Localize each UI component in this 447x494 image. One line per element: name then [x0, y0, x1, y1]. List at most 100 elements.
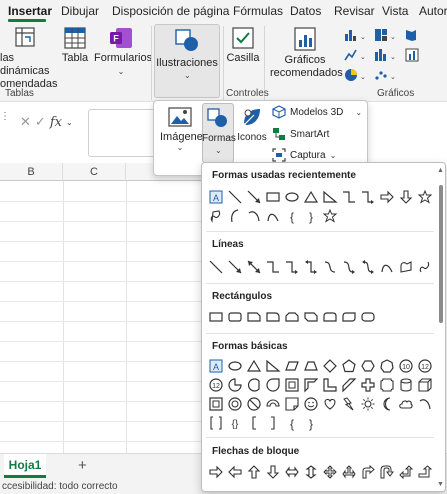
iconos-button[interactable]: Iconos — [236, 105, 268, 143]
formula-input[interactable] — [88, 109, 158, 157]
tab-vista[interactable]: Vista — [382, 4, 408, 18]
oval-shape-icon[interactable] — [225, 356, 244, 375]
chord-shape-icon[interactable] — [244, 375, 263, 394]
diamond-shape-icon[interactable] — [320, 356, 339, 375]
elbow-arrow-shape-icon[interactable] — [358, 187, 377, 206]
plus-shape-icon[interactable] — [358, 375, 377, 394]
up-arrow-shape-icon[interactable] — [244, 462, 263, 481]
parallelogram-shape-icon[interactable] — [282, 356, 301, 375]
folded-corner-shape-icon[interactable] — [282, 394, 301, 413]
sheet-tab-hoja1[interactable]: Hoja1 — [4, 454, 46, 478]
left-arrow-shape-icon[interactable] — [225, 462, 244, 481]
tab-autor[interactable]: Autor — [419, 4, 447, 18]
formas-button[interactable]: Formas ⌄ — [202, 103, 236, 163]
smartart-button[interactable]: SmartArt — [272, 127, 329, 141]
pie-shape-icon[interactable] — [225, 375, 244, 394]
hexagon-shape-icon[interactable] — [358, 356, 377, 375]
arrow-line-shape-icon[interactable] — [244, 187, 263, 206]
scroll-up-icon[interactable]: ▲ — [437, 167, 444, 174]
right-brace-shape-icon[interactable]: } — [301, 413, 320, 432]
right-arrow-shape-icon[interactable] — [377, 187, 396, 206]
arrow-line-shape-icon[interactable] — [225, 257, 244, 276]
scribble-shape-icon[interactable] — [415, 257, 434, 276]
tab-insertar[interactable]: Insertar — [8, 4, 52, 18]
map-chart-button[interactable] — [404, 28, 426, 45]
curve-shape-icon[interactable] — [263, 206, 282, 225]
right-triangle-shape-icon[interactable] — [263, 356, 282, 375]
elbow-connector-shape-icon[interactable] — [263, 257, 282, 276]
column-header-b[interactable]: B — [0, 163, 63, 181]
left-up-arrow-shape-icon[interactable] — [396, 462, 415, 481]
text-box-shape-icon[interactable]: A — [206, 187, 225, 206]
curve-shape-icon[interactable] — [377, 257, 396, 276]
snip-single-corner-rectangle-shape-icon[interactable] — [244, 307, 263, 326]
frame-shape-icon[interactable] — [282, 375, 301, 394]
left-right-arrow-shape-icon[interactable] — [282, 462, 301, 481]
cancel-icon[interactable]: ✕ — [20, 114, 31, 130]
freeform-shape-icon[interactable] — [206, 206, 225, 225]
hierarchy-chart-button[interactable]: ⌄ — [374, 28, 396, 45]
cloud-shape-icon[interactable] — [396, 394, 415, 413]
left-bracket-shape-icon[interactable] — [225, 206, 244, 225]
add-sheet-button[interactable]: + — [78, 457, 87, 474]
triangle-shape-icon[interactable] — [244, 356, 263, 375]
right-arrow-shape-icon[interactable] — [206, 462, 225, 481]
tabla-button[interactable]: Tabla — [60, 26, 90, 65]
text-box-shape-icon[interactable]: A — [206, 356, 225, 375]
column-header-c[interactable]: C — [63, 163, 126, 181]
elbow-connector-shape-icon[interactable] — [339, 187, 358, 206]
curved-connector-shape-icon[interactable] — [320, 257, 339, 276]
star-shape-icon[interactable] — [415, 187, 434, 206]
oval-shape-icon[interactable] — [282, 187, 301, 206]
cube-shape-icon[interactable] — [415, 375, 434, 394]
enter-icon[interactable]: ✓ — [35, 114, 46, 130]
right-triangle-shape-icon[interactable] — [320, 187, 339, 206]
captura-button[interactable]: Captura ⌄ — [272, 148, 336, 162]
round-same-side-rectangle-shape-icon[interactable] — [320, 307, 339, 326]
tab-datos[interactable]: Datos — [290, 4, 321, 18]
half-frame-shape-icon[interactable] — [301, 375, 320, 394]
scrollbar-thumb[interactable] — [439, 185, 443, 323]
down-arrow-shape-icon[interactable] — [396, 187, 415, 206]
u-turn-arrow-shape-icon[interactable] — [377, 462, 396, 481]
casilla-button[interactable]: Casilla — [226, 26, 260, 65]
no-symbol-shape-icon[interactable] — [244, 394, 263, 413]
name-box-edge[interactable]: ⋮ — [0, 111, 10, 133]
line-shape-icon[interactable] — [206, 257, 225, 276]
diagonal-stripe-shape-icon[interactable] — [339, 375, 358, 394]
plaque-shape-icon[interactable] — [377, 375, 396, 394]
chevron-down-icon[interactable]: ⌄ — [66, 118, 73, 127]
double-arrow-line-shape-icon[interactable] — [244, 257, 263, 276]
line-chart-button[interactable]: ⌄ — [344, 48, 366, 65]
plaque-rectangle-shape-icon[interactable] — [358, 307, 377, 326]
line-shape-icon[interactable] — [225, 187, 244, 206]
column-chart-button[interactable]: ⌄ — [344, 28, 366, 45]
dodecagon-shape-icon[interactable]: 12 — [415, 356, 434, 375]
right-bracket-shape-icon[interactable] — [263, 413, 282, 432]
tab-revisar[interactable]: Revisar — [334, 4, 375, 18]
heart-shape-icon[interactable] — [320, 394, 339, 413]
insert-function-button[interactable]: fx — [50, 115, 62, 130]
tab-formulas[interactable]: Fórmulas — [233, 4, 283, 18]
can-shape-icon[interactable] — [396, 375, 415, 394]
round-single-corner-rectangle-shape-icon[interactable] — [263, 307, 282, 326]
trapezoid-shape-icon[interactable] — [301, 356, 320, 375]
pivot-recommended-button[interactable]: las dinámicas omendadas — [0, 26, 58, 91]
pentagon-shape-icon[interactable] — [339, 356, 358, 375]
smiley-face-shape-icon[interactable] — [301, 394, 320, 413]
triangle-shape-icon[interactable] — [301, 187, 320, 206]
scatter-chart-button[interactable]: ⌄ — [374, 68, 396, 85]
left-brace-shape-icon[interactable]: { — [282, 206, 301, 225]
curved-arrow-shape-icon[interactable] — [339, 257, 358, 276]
rounded-rectangle-shape-icon[interactable] — [225, 307, 244, 326]
double-brace-shape-icon[interactable]: {} — [225, 413, 244, 432]
sun-shape-icon[interactable] — [358, 394, 377, 413]
pivot-chart-button[interactable] — [404, 48, 426, 65]
bent-arrow-shape-icon[interactable] — [358, 462, 377, 481]
right-brace-shape-icon[interactable]: } — [301, 206, 320, 225]
dodecagon-small-shape-icon[interactable]: 12 — [206, 375, 225, 394]
curved-double-arrow-shape-icon[interactable] — [358, 257, 377, 276]
quad-arrow-shape-icon[interactable] — [320, 462, 339, 481]
tab-dibujar[interactable]: Dibujar — [61, 4, 99, 18]
star5-shape-icon[interactable] — [320, 206, 339, 225]
